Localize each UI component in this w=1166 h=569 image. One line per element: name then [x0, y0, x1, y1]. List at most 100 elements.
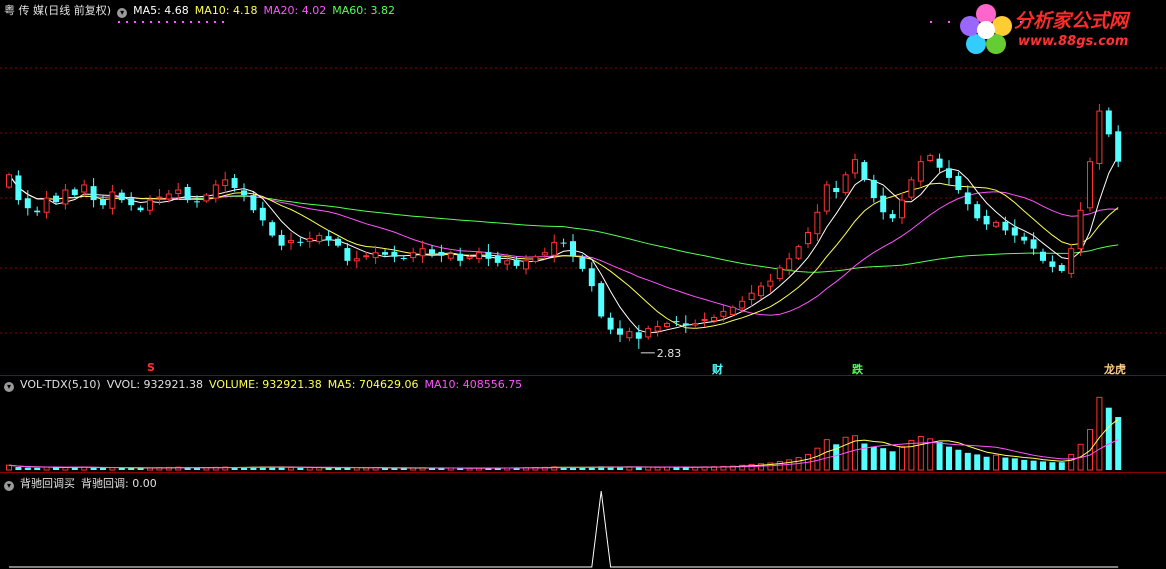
- candle[interactable]: [682, 315, 689, 333]
- candle[interactable]: [62, 183, 69, 210]
- candle[interactable]: [203, 193, 210, 203]
- candle[interactable]: [24, 190, 31, 216]
- candle[interactable]: [607, 312, 614, 335]
- candle[interactable]: [974, 201, 981, 222]
- candle[interactable]: [880, 187, 887, 220]
- candle[interactable]: [889, 210, 896, 222]
- candle[interactable]: [983, 209, 990, 230]
- indicator-pane[interactable]: ▾ 背驰回调买 背驰回调: 0.00: [0, 473, 1166, 569]
- candle[interactable]: [964, 185, 971, 211]
- candle[interactable]: [231, 174, 238, 192]
- candle[interactable]: [306, 231, 313, 248]
- candle[interactable]: [955, 171, 962, 194]
- candle[interactable]: [410, 247, 417, 263]
- candle[interactable]: [776, 264, 783, 282]
- candle[interactable]: [993, 220, 999, 229]
- candle[interactable]: [1040, 248, 1046, 264]
- candle[interactable]: [664, 321, 670, 329]
- candle[interactable]: [617, 320, 623, 342]
- candle[interactable]: [927, 153, 934, 163]
- candlestick-chart[interactable]: 2.83: [0, 0, 1166, 376]
- candle[interactable]: [1115, 125, 1122, 168]
- candle[interactable]: [645, 325, 652, 340]
- candle[interactable]: [946, 160, 952, 186]
- candle[interactable]: [1096, 104, 1103, 170]
- volume-pane[interactable]: ▾ VOL-TDX(5,10) VVOL: 932921.38 VOLUME: 932…: [0, 376, 1166, 473]
- candle[interactable]: [823, 180, 830, 215]
- candle[interactable]: [194, 195, 200, 208]
- candle[interactable]: [917, 155, 924, 187]
- candle[interactable]: [175, 182, 182, 200]
- candle[interactable]: [767, 273, 774, 293]
- candle[interactable]: [447, 250, 454, 261]
- candle[interactable]: [128, 192, 135, 211]
- candle[interactable]: [269, 220, 276, 238]
- candle[interactable]: [908, 176, 915, 200]
- candle[interactable]: [551, 234, 558, 263]
- candle[interactable]: [118, 189, 125, 203]
- candle[interactable]: [485, 244, 492, 267]
- candle[interactable]: [588, 262, 595, 292]
- candle[interactable]: [1021, 232, 1028, 245]
- candle[interactable]: [1011, 219, 1018, 243]
- candle[interactable]: [1058, 263, 1065, 273]
- candle[interactable]: [222, 171, 229, 193]
- candle[interactable]: [476, 247, 482, 264]
- candle[interactable]: [635, 325, 642, 349]
- candle[interactable]: [861, 160, 868, 182]
- candle[interactable]: [137, 205, 144, 213]
- candle[interactable]: [786, 252, 793, 276]
- candle[interactable]: [532, 254, 539, 264]
- candle[interactable]: [570, 234, 576, 263]
- candle[interactable]: [43, 191, 50, 219]
- candle[interactable]: [212, 179, 219, 203]
- candle[interactable]: [335, 236, 341, 248]
- candle[interactable]: [692, 319, 699, 329]
- candle[interactable]: [184, 183, 191, 203]
- candle[interactable]: [250, 192, 257, 213]
- candle[interactable]: [1049, 255, 1056, 273]
- candle[interactable]: [523, 254, 529, 275]
- settings-icon[interactable]: ▾: [117, 8, 128, 18]
- candle[interactable]: [353, 250, 360, 269]
- candle[interactable]: [701, 312, 708, 327]
- candle[interactable]: [344, 243, 351, 266]
- settings-icon[interactable]: ▾: [4, 481, 14, 491]
- candle[interactable]: [852, 153, 858, 179]
- candle[interactable]: [748, 285, 755, 307]
- candle[interactable]: [729, 305, 736, 317]
- candle[interactable]: [241, 183, 247, 202]
- candle[interactable]: [391, 245, 398, 263]
- candle[interactable]: [1030, 232, 1037, 256]
- candle[interactable]: [1105, 107, 1112, 138]
- candle[interactable]: [598, 281, 605, 319]
- candle[interactable]: [626, 327, 633, 342]
- candle[interactable]: [297, 237, 304, 247]
- candle[interactable]: [316, 232, 323, 245]
- candle[interactable]: [419, 240, 426, 264]
- candle[interactable]: [654, 320, 661, 337]
- candle[interactable]: [15, 170, 22, 205]
- candle[interactable]: [372, 245, 379, 264]
- candle[interactable]: [936, 153, 943, 173]
- settings-icon[interactable]: ▾: [4, 382, 14, 392]
- candle[interactable]: [1077, 202, 1084, 256]
- candle[interactable]: [259, 201, 266, 226]
- candle[interactable]: [1068, 243, 1075, 278]
- indicator-chart[interactable]: [0, 473, 1166, 569]
- candle[interactable]: [90, 178, 97, 208]
- candle[interactable]: [805, 227, 811, 249]
- candle[interactable]: [6, 172, 12, 189]
- candle[interactable]: [288, 232, 294, 250]
- candle[interactable]: [560, 238, 567, 248]
- candle[interactable]: [400, 255, 407, 261]
- candle[interactable]: [1087, 157, 1093, 212]
- candle[interactable]: [758, 282, 764, 300]
- candle[interactable]: [325, 230, 332, 247]
- candle[interactable]: [842, 171, 849, 196]
- price-pane[interactable]: 2.83 粤 传 媒(日线 前复权) ▾ MA5: 4.68 MA10: 4.18 MA…: [0, 0, 1166, 376]
- candle[interactable]: [109, 184, 116, 215]
- candle[interactable]: [34, 206, 41, 216]
- candle[interactable]: [814, 204, 821, 241]
- candle[interactable]: [1002, 216, 1009, 236]
